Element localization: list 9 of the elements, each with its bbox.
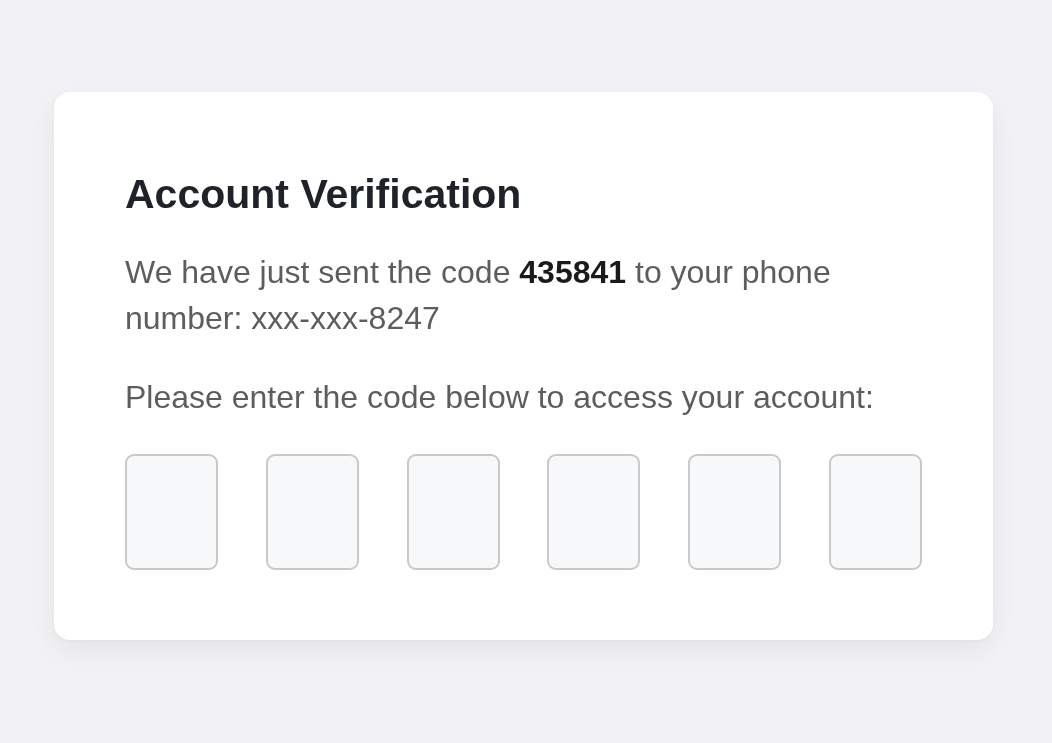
card-title: Account Verification: [125, 170, 523, 218]
code-input[interactable]: [688, 454, 782, 570]
verification-message: We have just sent the code 435841 to your phone number: xxx-xxx-8247: [125, 253, 832, 338]
code-input[interactable]: [406, 454, 500, 570]
code-input[interactable]: [547, 454, 641, 570]
instruction-text: Please enter the code below to access your account:: [125, 378, 875, 417]
code-input[interactable]: [265, 454, 359, 570]
code-input[interactable]: [829, 454, 922, 570]
code-input[interactable]: [125, 454, 218, 570]
